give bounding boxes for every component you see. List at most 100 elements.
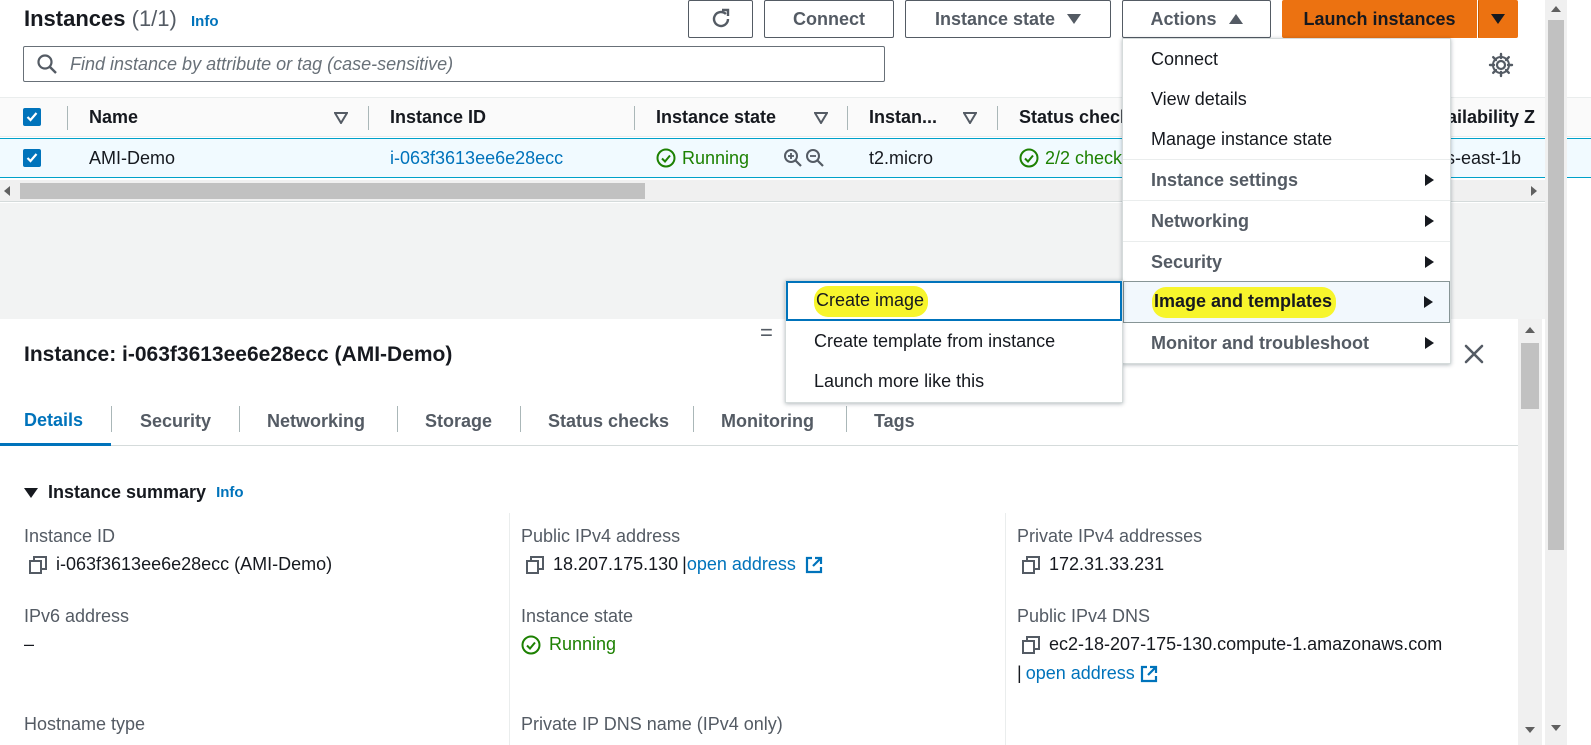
launch-options-button[interactable] [1478,0,1518,38]
select-all-checkbox[interactable] [23,98,41,136]
row-instance-state: Running [656,139,749,177]
menu-item-label: Security [1151,251,1223,272]
menu-item-image-and-templates[interactable]: Image and templates [1123,281,1450,323]
info-link[interactable]: Info [191,13,219,30]
instance-id-text: i-063f3613ee6e28ecc (AMI-Demo) [56,554,333,574]
menu-item-label: Networking [1151,210,1250,231]
split-handle-icon[interactable]: = [760,320,773,346]
private-ipv4-text: 172.31.33.231 [1049,554,1165,574]
checkbox[interactable] [23,149,41,167]
details-tabs: Details Security Networking Storage Stat… [0,398,1518,446]
copy-icon[interactable] [28,555,48,575]
menu-item-label: Monitor and troubleshoot [1151,332,1369,353]
open-address-link[interactable]: open address [1026,663,1135,684]
tab-details[interactable]: Details [0,398,111,446]
sort-icon[interactable] [334,112,348,124]
instance-state-text: Running [549,634,617,654]
instance-state-label: Instance state [934,8,1056,29]
row-instance-id-link[interactable]: i-063f3613ee6e28ecc [390,139,563,177]
image-templates-submenu: Create image Create template from instan… [785,280,1123,403]
open-address-link[interactable]: open address [687,554,796,575]
menu-item-create-template[interactable]: Create template from instance [786,321,1122,361]
check-circle-icon [521,635,541,654]
sort-icon[interactable] [814,112,828,124]
menu-item-view-details[interactable]: View details [1123,79,1450,119]
row-availability-zone: s-east-1b [1446,147,1522,168]
actions-button[interactable]: Actions [1122,0,1271,38]
menu-item-security[interactable]: Security [1123,242,1450,282]
search-box[interactable] [23,46,885,82]
scroll-down-icon[interactable] [1525,727,1535,733]
instance-count: (1/1) [131,6,177,31]
hostname-type-label: Hostname type [24,714,146,734]
ipv6-label: IPv6 address [24,606,130,626]
copy-icon[interactable] [525,555,545,575]
caret-right-icon [1425,337,1434,349]
refresh-button[interactable] [688,0,753,38]
menu-item-label: Instance settings [1151,169,1299,190]
checkbox[interactable] [23,108,41,126]
private-ipv4-value: 172.31.33.231 [1021,554,1164,575]
row-name: AMI-Demo [89,147,176,168]
column-status-check[interactable]: Status check [1019,98,1130,136]
row-instance-type: t2.micro [869,147,934,168]
chevron-down-icon [1067,14,1082,24]
scroll-down-icon[interactable] [1551,725,1561,731]
close-icon[interactable] [1462,342,1486,366]
menu-item-label: Create image [814,285,929,317]
instance-summary-header[interactable]: Instance summary Info [24,482,244,503]
tab-monitoring[interactable]: Monitoring [721,398,814,444]
tab-security[interactable]: Security [140,398,211,444]
scroll-up-icon[interactable] [1525,327,1535,333]
zoom-controls [783,139,825,177]
copy-icon[interactable] [1021,555,1041,575]
column-instance-type[interactable]: Instan... [869,98,937,136]
external-link-icon[interactable] [804,555,824,575]
collapse-caret-icon[interactable] [24,487,38,499]
caret-right-icon [1425,215,1434,227]
search-input[interactable] [70,53,850,75]
check-circle-icon [1019,148,1039,168]
menu-item-connect[interactable]: Connect [1123,39,1450,79]
actions-menu: Connect View details Manage instance sta… [1122,38,1451,364]
menu-item-manage-instance-state[interactable]: Manage instance state [1123,119,1450,159]
tab-networking[interactable]: Networking [267,398,365,444]
connect-button[interactable]: Connect [764,0,894,38]
caret-right-icon [1424,296,1433,308]
column-availability-zone[interactable]: vailability Z [1437,98,1535,136]
external-link-icon[interactable] [1139,664,1159,684]
scrollbar-thumb[interactable] [1548,20,1564,550]
menu-item-monitor-and-troubleshoot[interactable]: Monitor and troubleshoot [1123,323,1450,363]
instance-state-value: Running [521,634,616,655]
scrollbar-thumb[interactable] [20,183,645,199]
menu-item-launch-more[interactable]: Launch more like this [786,361,1122,401]
scroll-left-icon[interactable] [4,186,10,196]
ipv6-value: – [24,634,35,654]
column-instance-id[interactable]: Instance ID [390,98,486,136]
zoom-in-icon[interactable] [783,148,803,168]
menu-item-instance-settings[interactable]: Instance settings [1123,160,1450,200]
summary-info-link[interactable]: Info [216,484,244,501]
row-checkbox[interactable] [23,139,41,177]
tab-tags[interactable]: Tags [874,398,915,444]
menu-item-create-image[interactable]: Create image [786,281,1122,321]
instance-state-button[interactable]: Instance state [905,0,1111,38]
sort-icon[interactable] [963,112,977,124]
copy-icon[interactable] [1021,635,1041,655]
menu-item-networking[interactable]: Networking [1123,201,1450,241]
page-vertical-scrollbar[interactable] [1545,0,1567,745]
tab-storage[interactable]: Storage [425,398,492,444]
scroll-up-icon[interactable] [1551,6,1561,12]
search-icon [37,54,57,74]
tab-status-checks[interactable]: Status checks [548,398,669,444]
column-instance-state[interactable]: Instance state [656,98,776,136]
pane-vertical-scrollbar[interactable] [1518,319,1542,745]
gear-icon[interactable] [1488,52,1514,78]
launch-instances-button[interactable]: Launch instances [1282,0,1477,38]
row-state-text: Running [682,147,750,168]
scroll-right-icon[interactable] [1531,186,1537,196]
instance-state-label: Instance state [521,606,634,626]
zoom-out-icon[interactable] [805,148,825,168]
column-name[interactable]: Name [89,98,138,136]
scrollbar-thumb[interactable] [1521,343,1539,409]
